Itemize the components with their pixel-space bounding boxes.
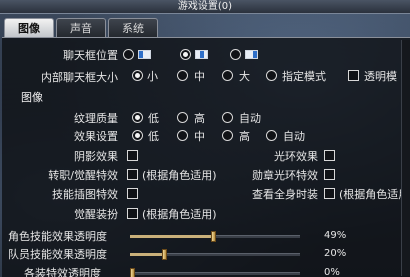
slider-value-equip-effect: 0%	[324, 267, 340, 277]
tab-sound[interactable]: 声音	[56, 18, 106, 38]
halo-effect-label: 光环效果	[274, 150, 318, 163]
slider-fill	[130, 253, 164, 256]
job-effect-checkbox[interactable]	[127, 169, 138, 180]
chat-size-small-radio[interactable]	[132, 70, 143, 81]
medal-halo-label: 勋章光环特效	[252, 169, 318, 182]
slider-thumb[interactable]	[211, 231, 217, 242]
chat-size-large-radio[interactable]	[222, 70, 233, 81]
texture-quality-label: 纹理质量	[74, 112, 118, 125]
slider-value-team-skill: 20%	[324, 248, 347, 259]
settings-tabs: 图像 声音 系统	[4, 18, 160, 38]
chat-left-icon	[138, 50, 151, 59]
effect-settings-label: 效果设置	[74, 130, 118, 143]
slider-thumb[interactable]	[130, 268, 135, 277]
awaken-outfit-label: 觉醒装扮	[74, 208, 118, 221]
shadow-effect-label: 阴影效果	[74, 150, 118, 163]
chat-position-right-radio[interactable]	[230, 49, 241, 60]
chat-center-icon	[195, 50, 208, 59]
effect-low-radio[interactable]	[132, 130, 143, 141]
texture-low-label: 低	[148, 112, 159, 125]
chat-size-custom-radio[interactable]	[266, 70, 277, 81]
chat-size-medium-label: 中	[194, 70, 205, 83]
window-title: 游戏设置(0)	[177, 1, 233, 12]
medal-halo-checkbox[interactable]	[324, 169, 335, 180]
chat-size-custom-label: 指定模式	[282, 70, 326, 83]
chat-position-center-radio[interactable]	[180, 49, 191, 60]
skill-illustration-label: 技能插图特效	[52, 188, 118, 201]
full-costume-label: 查看全身时装	[252, 188, 318, 201]
slider-fill	[130, 235, 214, 238]
chat-transparent-label: 透明模	[364, 70, 397, 83]
shadow-effect-checkbox[interactable]	[127, 150, 138, 161]
slider-team-skill[interactable]	[130, 249, 300, 260]
tab-graphics[interactable]: 图像	[4, 18, 54, 38]
slider-label-char-skill: 角色技能效果透明度	[8, 230, 107, 243]
texture-auto-label: 自动	[239, 112, 261, 125]
full-costume-note: (根据角色适用)	[339, 188, 410, 201]
tab-system[interactable]: 系统	[108, 18, 158, 38]
effect-medium-label: 中	[194, 130, 205, 143]
awaken-outfit-note: (根据角色适用)	[142, 208, 217, 221]
texture-low-radio[interactable]	[132, 112, 143, 123]
chat-size-large-label: 大	[239, 70, 250, 83]
halo-effect-checkbox[interactable]	[324, 150, 335, 161]
job-effect-label: 转职/觉醒特效	[48, 169, 118, 182]
chat-transparent-checkbox[interactable]	[348, 70, 359, 81]
chat-size-label: 内部聊天框大小	[41, 71, 118, 84]
chat-size-medium-radio[interactable]	[177, 70, 188, 81]
awaken-outfit-checkbox[interactable]	[127, 208, 138, 219]
texture-auto-radio[interactable]	[222, 112, 233, 123]
settings-panel: 聊天框位置 内部聊天框大小 小 中 大 指定模式 透明模 图像 纹理质量 低 高…	[2, 37, 410, 277]
slider-label-equip-effect: 各装特效透明度	[24, 267, 101, 277]
title-bar: 游戏设置(0)	[0, 0, 410, 14]
skill-illustration-checkbox[interactable]	[127, 188, 138, 199]
slider-equip-effect[interactable]	[130, 268, 300, 277]
slider-thumb[interactable]	[162, 249, 167, 260]
chat-position-label: 聊天框位置	[63, 49, 118, 62]
effect-low-label: 低	[148, 130, 159, 143]
effect-medium-radio[interactable]	[177, 130, 188, 141]
slider-char-skill[interactable]	[130, 231, 300, 242]
panel-scrollbar[interactable]	[401, 40, 410, 276]
chat-position-left-radio[interactable]	[123, 49, 134, 60]
effect-high-radio[interactable]	[222, 130, 233, 141]
chat-size-small-label: 小	[147, 70, 158, 83]
job-effect-note: (根据角色适用)	[142, 169, 217, 182]
full-costume-checkbox[interactable]	[324, 188, 335, 199]
effect-auto-label: 自动	[283, 130, 305, 143]
texture-high-radio[interactable]	[177, 112, 188, 123]
graphics-section-title: 图像	[21, 91, 43, 104]
chat-right-icon	[245, 50, 258, 59]
effect-auto-radio[interactable]	[266, 130, 277, 141]
effect-high-label: 高	[239, 130, 250, 143]
slider-label-team-skill: 队员技能效果透明度	[8, 248, 107, 261]
slider-value-char-skill: 49%	[324, 230, 347, 241]
texture-high-label: 高	[194, 112, 205, 125]
